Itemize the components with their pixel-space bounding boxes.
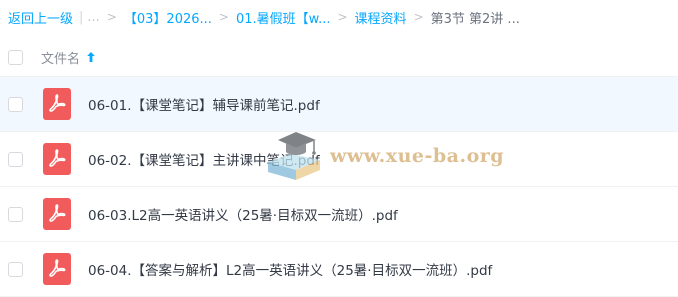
file-name[interactable]: 06-04.【答案与解析】L2高一英语讲义（25暑·目标双一流班）.pdf (88, 259, 492, 279)
row-checkbox[interactable] (8, 206, 23, 222)
row-checkbox[interactable] (8, 151, 23, 167)
row-checkbox[interactable] (8, 261, 23, 277)
table-row[interactable]: 06-03.L2高一英语讲义（25暑·目标双一流班）.pdf (0, 187, 678, 242)
breadcrumb-item-2[interactable]: 01.暑假班【w... (236, 8, 331, 27)
row-checkbox[interactable] (8, 96, 23, 112)
back-link[interactable]: 返回上一级 (8, 8, 73, 27)
breadcrumb-divider: | (79, 9, 84, 25)
chevron-right-icon: > (413, 10, 424, 24)
pdf-file-icon (43, 143, 71, 175)
select-all-checkbox[interactable] (8, 49, 23, 65)
chevron-right-icon: > (106, 10, 117, 24)
table-row[interactable]: 06-04.【答案与解析】L2高一英语讲义（25暑·目标双一流班）.pdf (0, 242, 678, 297)
breadcrumb: 返回上一级 | ... > 【03】2026... > 01.暑假班【w... … (8, 8, 520, 27)
table-header: 文件名 (0, 38, 678, 77)
column-header-label: 文件名 (41, 51, 81, 67)
pdf-file-icon (43, 253, 71, 285)
file-name[interactable]: 06-02.【课堂笔记】主讲课中笔记.pdf (88, 149, 320, 169)
column-header-filename[interactable]: 文件名 (41, 48, 96, 67)
breadcrumb-ellipsis[interactable]: ... (87, 10, 99, 25)
breadcrumb-current: 第3节 第2讲 ... (430, 11, 520, 27)
file-name[interactable]: 06-01.【课堂笔记】辅导课前笔记.pdf (88, 94, 320, 114)
file-browser: 返回上一级 | ... > 【03】2026... > 01.暑假班【w... … (0, 0, 678, 297)
sort-ascending-icon[interactable] (86, 51, 96, 63)
breadcrumb-item-3[interactable]: 课程资料 (355, 8, 407, 27)
chevron-right-icon: > (337, 10, 348, 24)
chevron-right-icon: > (218, 10, 229, 24)
table-row[interactable]: 06-01.【课堂笔记】辅导课前笔记.pdf (0, 77, 678, 132)
table-row[interactable]: 06-02.【课堂笔记】主讲课中笔记.pdf (0, 132, 678, 187)
breadcrumb-item-1[interactable]: 【03】2026... (124, 8, 212, 27)
pdf-file-icon (43, 88, 71, 120)
pdf-file-icon (43, 198, 71, 230)
file-name[interactable]: 06-03.L2高一英语讲义（25暑·目标双一流班）.pdf (88, 204, 398, 224)
